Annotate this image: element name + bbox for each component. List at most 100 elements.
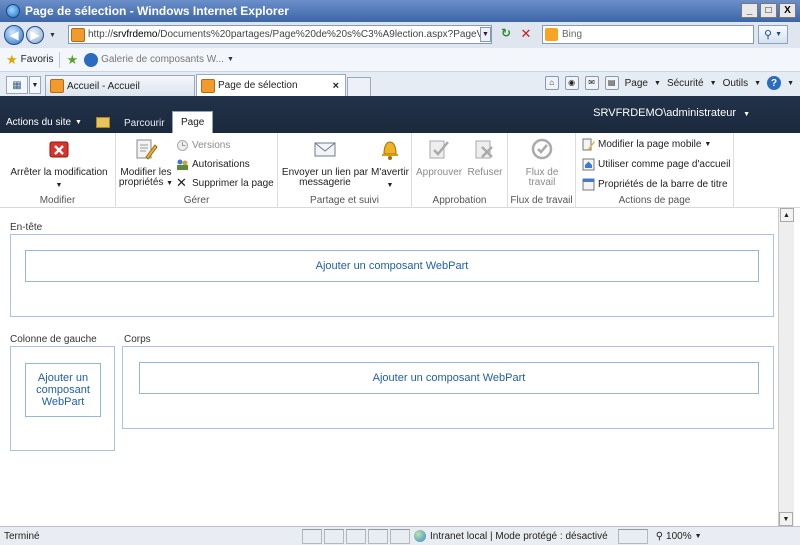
favorites-button[interactable]: Favoris [21, 54, 54, 65]
security-menu[interactable]: Sécurité [667, 78, 704, 89]
magnifier-icon: ⚲ [764, 29, 773, 41]
tab-page[interactable]: Page [172, 111, 214, 133]
reject-button[interactable]: Refuser [464, 137, 506, 178]
address-dropdown-button[interactable]: ▼ [480, 27, 491, 42]
reject-label: Refuser [467, 167, 503, 178]
versions-button[interactable]: Versions [176, 139, 230, 152]
command-bar: ⌂ ◉ ✉ ▤ Page ▼ Sécurité ▼ Outils ▼ ? ▼ [544, 76, 794, 90]
search-input[interactable]: Bing [542, 25, 754, 44]
search-options-dropdown-icon[interactable]: ▼ [775, 31, 782, 38]
maximize-button[interactable]: □ [760, 3, 777, 18]
page-content: En-tête Ajouter un composant WebPart Col… [0, 208, 780, 526]
scroll-down-icon[interactable]: ▼ [779, 512, 793, 526]
left-zone-label: Colonne de gauche [10, 334, 97, 345]
search-placeholder: Bing [562, 29, 583, 40]
back-button[interactable]: ◀ [4, 25, 24, 45]
edit-properties-dropdown-icon: ▼ [166, 180, 174, 187]
tools-menu[interactable]: Outils [723, 78, 749, 89]
close-window-button[interactable]: X [779, 3, 796, 18]
left-column-webpart-zone: Ajouter un composant WebPart [10, 346, 115, 451]
favorites-star-icon: ★ [6, 51, 18, 67]
left-add-webpart-label-2: composant [36, 384, 90, 396]
url-host: srvfrdemo [113, 29, 158, 40]
feeds-icon[interactable]: ◉ [564, 76, 579, 90]
approve-icon [429, 140, 449, 159]
home-icon[interactable]: ⌂ [544, 76, 559, 90]
group-label: Modifier [39, 195, 76, 206]
send-link-button[interactable]: Envoyer un lien par messagerie [280, 137, 370, 188]
vertical-scrollbar[interactable]: ▲ ▼ [778, 208, 794, 526]
workflow-button[interactable]: Flux de travail [512, 137, 572, 188]
refresh-icon[interactable]: ↻ [498, 26, 514, 43]
edit-mobile-page-button[interactable]: Modifier la page mobile ▼ [582, 138, 711, 151]
permissions-label: Autorisations [192, 159, 250, 170]
group-label: Partage et suivi [310, 195, 379, 206]
versions-icon [177, 140, 188, 151]
help-icon[interactable]: ? [767, 76, 782, 90]
stop-editing-button[interactable]: Arrêter la modification ▼ [8, 137, 110, 191]
mail-icon[interactable]: ✉ [584, 76, 599, 90]
scroll-up-icon[interactable]: ▲ [779, 208, 794, 222]
address-toolbar: ◀ ▶ ▼ http://srvfrdemo/Documents%20parta… [0, 22, 800, 48]
delete-page-button[interactable]: ✕ Supprimer la page [176, 176, 274, 190]
url-prefix: http:// [88, 29, 114, 40]
minimize-button[interactable]: _ [741, 3, 758, 18]
permissions-button[interactable]: Autorisations [176, 158, 250, 171]
site-actions-label: Actions du site [6, 117, 72, 128]
zoom-level: 100% [666, 530, 692, 542]
close-tab-icon[interactable]: × [333, 80, 339, 92]
ribbon-group-gerer: Modifier les propriétés ▼ Versions Autor… [116, 133, 278, 208]
window-titlebar: Page de sélection - Windows Internet Exp… [0, 0, 800, 22]
permissions-icon [177, 159, 188, 170]
status-cell [390, 528, 410, 544]
status-cell [346, 528, 366, 544]
navigate-up-folder-icon[interactable] [95, 117, 110, 128]
add-favorite-icon[interactable]: ★ [66, 52, 78, 68]
site-actions-menu[interactable]: Actions du site ▼ [6, 117, 110, 128]
security-zone[interactable]: Intranet local | Mode protégé : désactiv… [410, 530, 612, 542]
body-add-webpart-button[interactable]: Ajouter un composant WebPart [139, 362, 759, 394]
gallery-dropdown-icon[interactable]: ▼ [227, 56, 234, 63]
print-icon[interactable]: ▤ [604, 76, 619, 90]
title-bar-properties-icon [582, 178, 595, 191]
tab-page-selection[interactable]: Page de sélection × [196, 74, 346, 96]
versions-label: Versions [192, 140, 231, 151]
alert-me-button[interactable]: M'avertir ▼ [368, 137, 412, 191]
group-label: Approbation [432, 195, 487, 206]
quick-tabs-icon[interactable]: ▦ [6, 76, 28, 94]
reject-icon [475, 140, 493, 159]
stop-icon[interactable]: ✕ [518, 26, 534, 43]
url-path: /Documents%20partages/Page%20de%20s%C3%A… [157, 29, 492, 40]
address-input[interactable]: http://srvfrdemo/Documents%20partages/Pa… [68, 25, 492, 44]
webpart-gallery-link[interactable]: Galerie de composants W... [101, 54, 224, 65]
set-home-page-button[interactable]: Utiliser comme page d'accueil [582, 158, 731, 171]
history-dropdown-icon[interactable]: ▼ [49, 32, 56, 39]
favorites-bar: ★ Favoris ★ Galerie de composants W... ▼ [0, 48, 800, 72]
header-add-webpart-button[interactable]: Ajouter un composant WebPart [25, 250, 759, 282]
tab-accueil[interactable]: Accueil - Accueil [45, 75, 195, 96]
left-add-webpart-button[interactable]: Ajouter un composant WebPart [25, 363, 101, 417]
mobile-page-icon [582, 138, 595, 151]
tab-browse[interactable]: Parcourir [116, 115, 173, 133]
bing-icon [545, 28, 558, 41]
page-menu[interactable]: Page [625, 78, 648, 89]
zoom-control[interactable]: ⚲ 100% ▼ [656, 531, 702, 542]
title-bar-properties-button[interactable]: Propriétés de la barre de titre [582, 178, 728, 191]
window-controls: _ □ X [741, 3, 796, 18]
site-favicon-icon [71, 27, 85, 42]
group-label: Flux de travail [510, 195, 573, 206]
edit-properties-button[interactable]: Modifier les propriétés ▼ [118, 137, 174, 189]
forward-button[interactable]: ▶ [26, 26, 44, 44]
site-actions-dropdown-icon: ▼ [75, 119, 82, 126]
zoom-icon: ⚲ [655, 530, 664, 542]
approve-label: Approuver [416, 167, 463, 178]
ribbon-group-modifier: Arrêter la modification ▼ Modifier [0, 133, 116, 208]
user-menu[interactable]: SRVFRDEMO\administrateur ▼ [593, 107, 750, 119]
approve-button[interactable]: Approuver [416, 137, 462, 178]
new-tab-button[interactable] [347, 77, 371, 96]
tab-list-dropdown-icon[interactable]: ▼ [29, 76, 41, 94]
ribbon-group-partage: Envoyer un lien par messagerie M'avertir… [278, 133, 412, 208]
ribbon-group-approbation: Approuver Refuser Approbation [412, 133, 508, 208]
search-button[interactable]: ⚲ ▼ [758, 25, 788, 44]
left-add-webpart-label-3: WebPart [41, 396, 85, 408]
